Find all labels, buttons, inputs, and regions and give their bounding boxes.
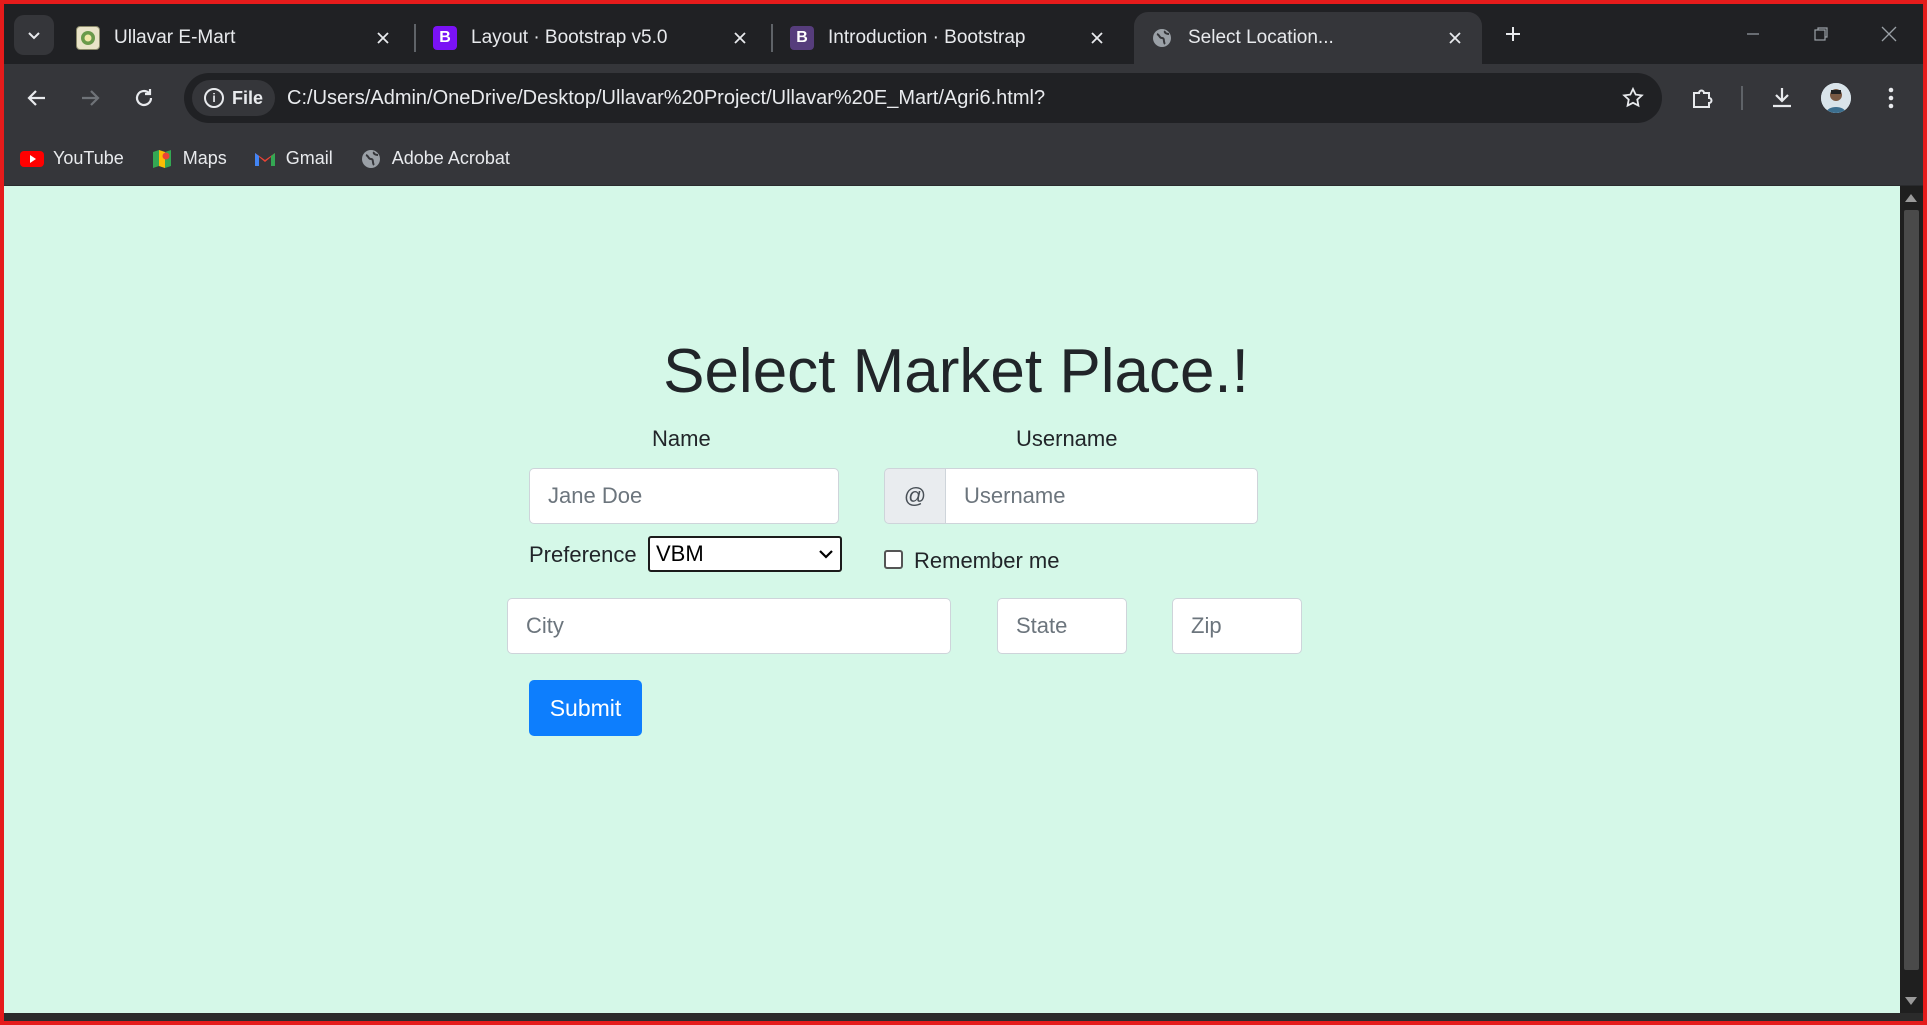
zip-input[interactable]: Zip (1172, 598, 1302, 654)
tab-title: Ullavar E-Mart (114, 27, 236, 48)
tab-title: Select Location... (1188, 27, 1334, 48)
maps-icon (150, 149, 174, 169)
tab-select-location[interactable]: Select Location... (1134, 12, 1482, 64)
city-input[interactable]: City (507, 598, 951, 654)
tab-title: Layout · Bootstrap v5.0 (471, 27, 668, 48)
bookmarks-bar: YouTube Maps Gmail Adobe Acrobat (0, 132, 1927, 186)
youtube-icon (20, 149, 44, 169)
gmail-icon (253, 149, 277, 169)
remember-me-checkbox[interactable] (884, 550, 903, 569)
state-input[interactable]: State (997, 598, 1127, 654)
bookmark-maps[interactable]: Maps (150, 148, 227, 169)
page-title: Select Market Place.! (663, 337, 1249, 406)
more-vert-icon (1888, 87, 1894, 109)
preference-selected-value: VBM (656, 541, 704, 566)
bookmark-youtube[interactable]: YouTube (20, 148, 124, 169)
chevron-down-icon (28, 32, 40, 40)
extensions-button[interactable] (1683, 78, 1723, 118)
vertical-scrollbar[interactable] (1900, 186, 1923, 1013)
tab-ullavar[interactable]: Ullavar E-Mart (60, 12, 410, 64)
restore-button[interactable] (1796, 14, 1846, 54)
bookmark-star-button[interactable] (1618, 83, 1648, 113)
username-label: Username (1016, 426, 1118, 451)
bookmark-gmail[interactable]: Gmail (253, 148, 333, 169)
tab-layout-bootstrap[interactable]: B Layout · Bootstrap v5.0 (417, 12, 767, 64)
page-content: Select Market Place.! Name Username Jane… (4, 186, 1900, 1013)
profile-avatar[interactable] (1821, 83, 1851, 113)
city-placeholder: City (526, 613, 564, 638)
reload-button[interactable] (124, 78, 164, 118)
close-icon[interactable] (729, 27, 751, 49)
minimize-button[interactable] (1728, 14, 1778, 54)
bookmark-label: YouTube (53, 148, 124, 168)
plus-icon (1506, 27, 1520, 41)
tab-search-button[interactable] (14, 15, 54, 55)
site-info-chip[interactable]: i File (192, 80, 276, 116)
close-icon[interactable] (372, 27, 394, 49)
tab-title: Introduction · Bootstrap (828, 27, 1026, 48)
back-button[interactable] (17, 78, 57, 118)
downloads-button[interactable] (1762, 78, 1802, 118)
browser-toolbar: i File C:/Users/Admin/OneDrive/Desktop/U… (0, 64, 1927, 132)
arrow-left-icon (27, 90, 45, 106)
state-placeholder: State (1016, 613, 1068, 638)
bootstrap-icon: B (433, 26, 457, 50)
scroll-down-arrow[interactable] (1905, 997, 1917, 1005)
tab-strip: Ullavar E-Mart B Layout · Bootstrap v5.0… (0, 0, 1927, 64)
download-icon (1773, 88, 1791, 108)
menu-button[interactable] (1871, 78, 1911, 118)
chevron-down-icon (819, 550, 833, 559)
new-tab-button[interactable] (1495, 16, 1531, 52)
tab-introduction-bootstrap[interactable]: B Introduction · Bootstrap (774, 12, 1124, 64)
bookmark-label: Adobe Acrobat (391, 148, 510, 168)
bookmark-label: Maps (182, 148, 227, 168)
close-window-button[interactable] (1864, 14, 1914, 54)
name-label: Name (652, 426, 711, 451)
address-bar[interactable]: i File C:/Users/Admin/OneDrive/Desktop/U… (184, 73, 1662, 123)
horizontal-scroll-track (4, 1013, 1923, 1021)
close-icon[interactable] (1086, 27, 1108, 49)
preference-select[interactable]: VBM (648, 536, 842, 572)
bookmark-adobe-acrobat[interactable]: Adobe Acrobat (359, 148, 510, 169)
forward-button[interactable] (70, 78, 110, 118)
globe-icon (1150, 26, 1174, 50)
name-placeholder: Jane Doe (548, 483, 643, 508)
toolbar-divider (1741, 86, 1743, 110)
info-icon: i (204, 88, 224, 108)
star-icon (1622, 86, 1644, 108)
puzzle-icon (1693, 89, 1713, 108)
preference-label: Preference (529, 542, 637, 567)
name-input[interactable]: Jane Doe (529, 468, 839, 524)
remember-me-label: Remember me (914, 548, 1060, 573)
emblem-icon (76, 26, 100, 50)
close-icon[interactable] (1444, 27, 1466, 49)
close-icon (1881, 26, 1897, 42)
submit-button[interactable]: Submit (529, 680, 642, 736)
zip-placeholder: Zip (1191, 613, 1222, 638)
url-text[interactable]: C:/Users/Admin/OneDrive/Desktop/Ullavar%… (287, 87, 1045, 110)
username-at-addon: @ (884, 468, 946, 524)
arrow-right-icon (82, 90, 100, 106)
bookmark-label: Gmail (285, 148, 333, 168)
reload-icon (135, 89, 153, 107)
tab-divider (414, 24, 416, 52)
bootstrap-icon: B (790, 26, 814, 50)
tab-divider (771, 24, 773, 52)
globe-icon (359, 149, 383, 169)
restore-icon (1814, 27, 1828, 41)
scroll-up-arrow[interactable] (1905, 194, 1917, 202)
at-sign: @ (903, 483, 927, 508)
scrollbar-thumb[interactable] (1904, 210, 1919, 970)
minimize-icon (1747, 33, 1759, 35)
site-info-label: File (232, 87, 264, 108)
username-input[interactable]: Username (945, 468, 1258, 524)
username-placeholder: Username (964, 483, 1066, 508)
